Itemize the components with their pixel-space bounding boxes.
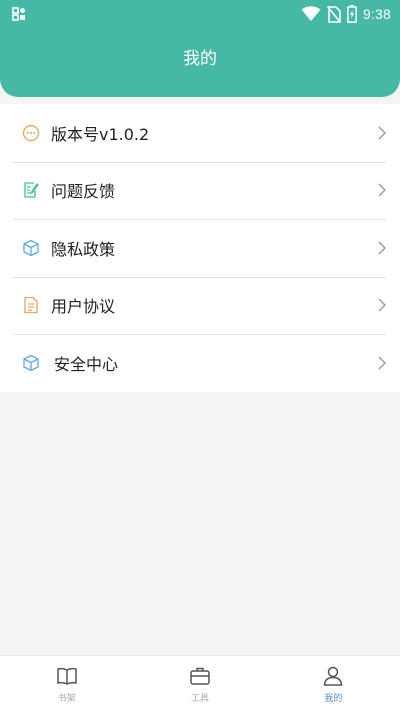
cube-icon — [22, 239, 40, 257]
app-grid-icon — [12, 7, 25, 21]
screen: 9:38 我的 版本号v1.0.2 问题反馈 隐私政策 用户协议 安全中心 书架… — [0, 0, 400, 710]
bottom-nav: 书架 工具 我的 — [0, 655, 400, 710]
menu-item-label: 版本号v1.0.2 — [51, 124, 150, 144]
wifi-icon — [301, 6, 321, 21]
nav-label: 我的 — [324, 694, 343, 704]
settings-menu: 版本号v1.0.2 问题反馈 隐私政策 用户协议 安全中心 — [0, 104, 400, 392]
chevron-right-icon — [378, 298, 386, 312]
menu-item-label: 安全中心 — [54, 354, 119, 374]
nav-item-tools[interactable]: 工具 — [133, 656, 266, 710]
status-right: 9:38 — [301, 4, 391, 24]
chevron-right-icon — [378, 241, 386, 255]
menu-item-label: 用户协议 — [51, 297, 116, 317]
menu-item-label: 隐私政策 — [51, 239, 116, 259]
status-bar: 9:38 — [0, 0, 400, 28]
page-title: 我的 — [183, 49, 217, 69]
menu-item-feedback[interactable]: 问题反馈 — [0, 161, 400, 220]
menu-item-privacy-policy[interactable]: 隐私政策 — [0, 219, 400, 277]
document-icon — [22, 296, 40, 314]
menu-item-user-agreement[interactable]: 用户协议 — [0, 276, 400, 335]
book-icon — [56, 667, 77, 685]
nav-label: 工具 — [190, 694, 209, 704]
menu-item-label: 问题反馈 — [51, 182, 116, 202]
cube-icon — [22, 354, 40, 372]
chevron-right-icon — [378, 126, 386, 140]
header: 9:38 我的 — [0, 0, 400, 97]
menu-item-version[interactable]: 版本号v1.0.2 — [0, 104, 400, 162]
chevron-right-icon — [378, 183, 386, 197]
edit-note-icon — [22, 181, 40, 199]
nav-item-bookshelf[interactable]: 书架 — [0, 656, 133, 710]
status-time: 9:38 — [362, 6, 391, 22]
nav-label: 书架 — [57, 694, 76, 704]
no-sim-icon — [326, 5, 341, 23]
more-circle-icon — [22, 124, 40, 142]
battery-charging-icon — [346, 5, 357, 23]
user-icon — [324, 666, 343, 686]
toolbox-icon — [190, 667, 210, 685]
nav-item-mine[interactable]: 我的 — [267, 656, 400, 710]
chevron-right-icon — [378, 356, 386, 370]
menu-item-security-center[interactable]: 安全中心 — [0, 334, 400, 392]
